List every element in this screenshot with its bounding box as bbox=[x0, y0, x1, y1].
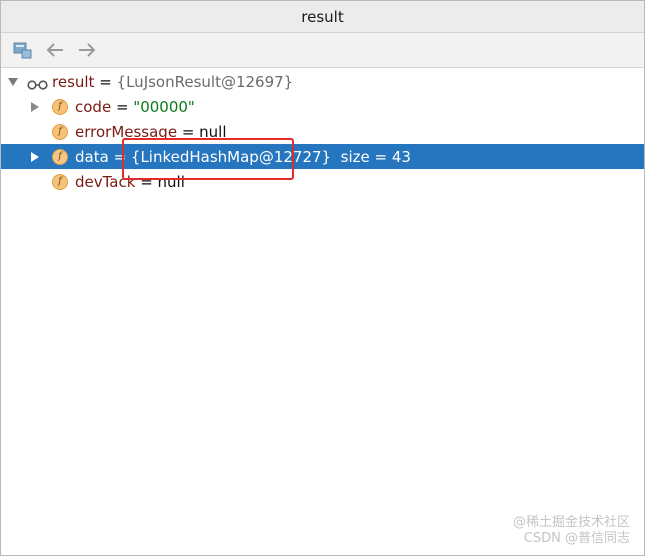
tree-row-errorMessage[interactable]: f errorMessage = null bbox=[1, 119, 644, 144]
tree-row-root[interactable]: result = {LuJsonResult@12697} bbox=[1, 69, 644, 94]
collapsed-arrow-icon[interactable] bbox=[28, 100, 42, 114]
code-var-name: code bbox=[75, 97, 112, 116]
equals-sign: = bbox=[135, 172, 158, 191]
field-icon: f bbox=[52, 148, 68, 165]
code-label: code = "00000" bbox=[75, 98, 195, 116]
equals-sign: = bbox=[94, 72, 117, 91]
window-title: result bbox=[301, 7, 344, 26]
devTack-var-value: null bbox=[157, 172, 185, 191]
watermark-line-2: CSDN @普信同志 bbox=[523, 531, 630, 546]
errorMessage-label: errorMessage = null bbox=[75, 123, 227, 141]
back-arrow-icon[interactable] bbox=[42, 37, 68, 63]
debugger-window: result result = {LuJsonResult@12697} f c… bbox=[0, 0, 645, 556]
watch-glasses-icon bbox=[27, 76, 49, 94]
variables-tree: result = {LuJsonResult@12697} f code = "… bbox=[1, 68, 644, 194]
tree-row-devTack[interactable]: f devTack = null bbox=[1, 169, 644, 194]
data-var-name: data bbox=[75, 147, 109, 166]
forward-arrow-icon[interactable] bbox=[74, 37, 100, 63]
code-var-value: "00000" bbox=[133, 97, 195, 116]
data-label: data = {LinkedHashMap@12727} size = 43 bbox=[75, 148, 411, 166]
root-var-name: result bbox=[52, 72, 95, 91]
expanded-arrow-icon[interactable] bbox=[6, 75, 20, 89]
collapsed-arrow-icon[interactable] bbox=[28, 150, 42, 164]
data-size-text: size = 43 bbox=[340, 147, 411, 166]
field-icon: f bbox=[52, 98, 68, 115]
devTack-label: devTack = null bbox=[75, 173, 185, 191]
field-icon: f bbox=[52, 123, 68, 140]
restore-layout-icon[interactable] bbox=[10, 37, 36, 63]
watermark-line-1: @稀土掘金技术社区 bbox=[512, 515, 630, 530]
errorMessage-var-value: null bbox=[199, 122, 227, 141]
watermark: @稀土掘金技术社区 CSDN @普信同志 bbox=[513, 515, 630, 547]
root-var-value: {LuJsonResult@12697} bbox=[116, 72, 294, 91]
equals-sign: = bbox=[177, 122, 200, 141]
root-label: result = {LuJsonResult@12697} bbox=[52, 73, 293, 91]
title-bar: result bbox=[1, 1, 644, 33]
data-var-value: {LinkedHashMap@12727} bbox=[130, 147, 332, 166]
field-icon: f bbox=[52, 173, 68, 190]
tree-row-code[interactable]: f code = "00000" bbox=[1, 94, 644, 119]
equals-sign: = bbox=[111, 97, 134, 116]
tree-row-data[interactable]: f data = {LinkedHashMap@12727} size = 43 bbox=[1, 144, 644, 169]
toolbar bbox=[1, 33, 644, 68]
devTack-var-name: devTack bbox=[75, 172, 136, 191]
errorMessage-var-name: errorMessage bbox=[75, 122, 178, 141]
equals-sign: = bbox=[108, 147, 131, 166]
